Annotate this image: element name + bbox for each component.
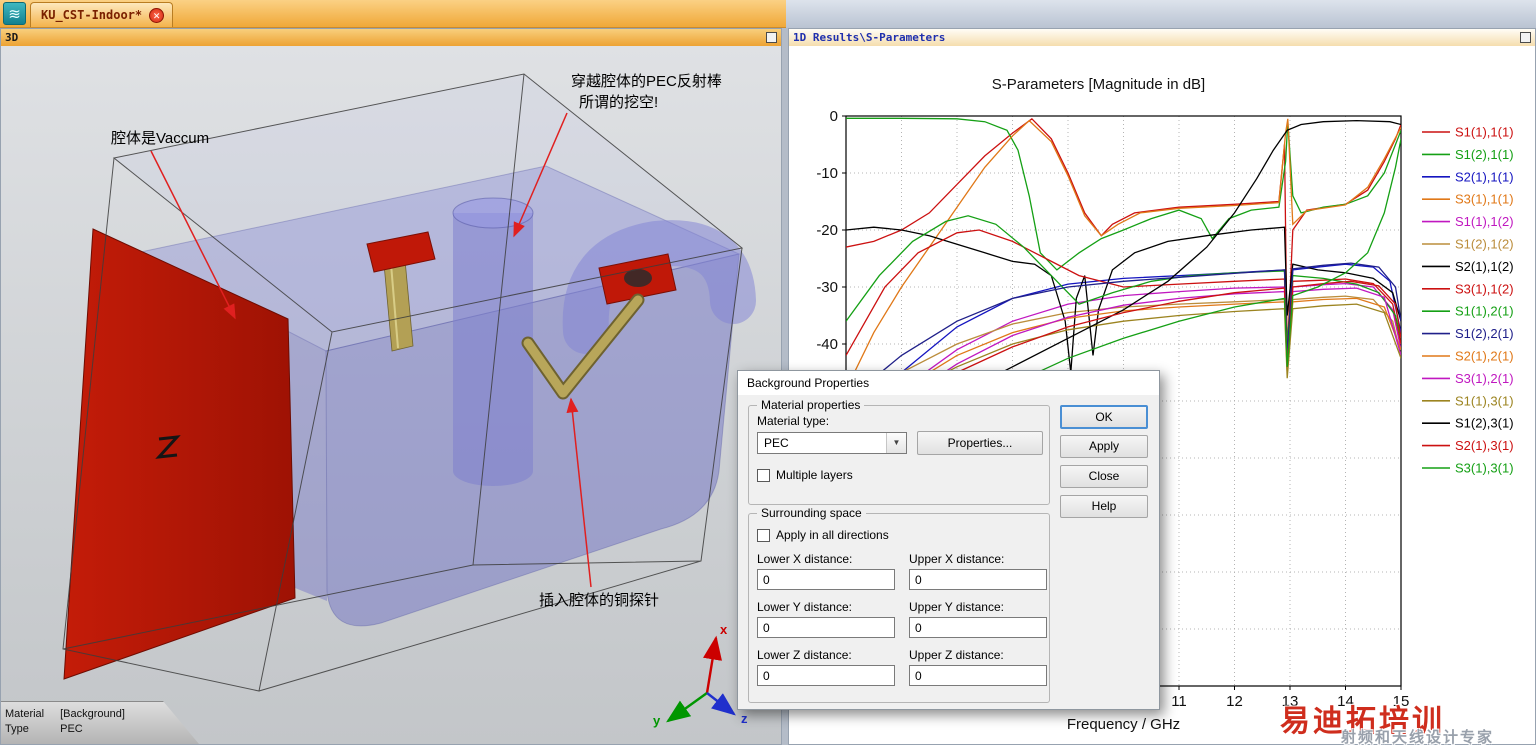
y-axis-arrow: [666, 692, 708, 723]
properties-button[interactable]: Properties...: [917, 431, 1043, 455]
legend-item-S1(2),2(1): S1(2),2(1): [1455, 326, 1514, 341]
legend-item-S1(2),3(1): S1(2),3(1): [1455, 416, 1514, 431]
close-button[interactable]: Close: [1060, 465, 1148, 488]
help-button[interactable]: Help: [1060, 495, 1148, 518]
pec-rod-cylinder[interactable]: [452, 197, 534, 486]
annotation-vacuum: 腔体是Vaccum: [111, 130, 209, 147]
status-pec-value: PEC: [60, 723, 83, 735]
1d-window-title: 1D Results\S-Parameters: [793, 31, 946, 44]
legend-item-S1(1),3(1): S1(1),3(1): [1455, 393, 1514, 408]
legend-item-S1(2),1(1): S1(2),1(1): [1455, 147, 1514, 162]
app-logo-icon: ≋: [3, 2, 26, 25]
series-S1(1),1(1): [846, 117, 1401, 356]
1d-window-restore-button[interactable]: [1520, 32, 1531, 43]
background-properties-dialog[interactable]: Background Properties Material propertie…: [737, 370, 1160, 710]
lower-z-input[interactable]: [757, 665, 895, 686]
upper-y-input[interactable]: [909, 617, 1047, 638]
multiple-layers-checkbox[interactable]: [757, 469, 770, 482]
coordinate-axes: x y z: [653, 622, 748, 728]
material-type-combobox[interactable]: PEC ▼: [757, 432, 907, 454]
annotation-probe: 插入腔体的铜探针: [539, 592, 659, 609]
3d-window: 3D 腔体是Vaccum 穿越腔体的PEC反射棒 所谓的挖空! 插入腔体的铜探针…: [0, 28, 782, 745]
1d-window-titlebar: 1D Results\S-Parameters: [789, 29, 1535, 46]
ok-button[interactable]: OK: [1060, 405, 1148, 429]
legend-item-S2(1),2(1): S2(1),2(1): [1455, 349, 1514, 364]
lower-x-input[interactable]: [757, 569, 895, 590]
lower-z-label: Lower Z distance:: [757, 648, 852, 662]
legend-item-S3(1),3(1): S3(1),3(1): [1455, 461, 1514, 476]
multiple-layers-label: Multiple layers: [776, 468, 853, 482]
surrounding-space-group-label: Surrounding space: [757, 506, 866, 520]
svg-text:11: 11: [1171, 693, 1187, 710]
upper-y-label: Upper Y distance:: [909, 600, 1004, 614]
3d-window-restore-button[interactable]: [766, 32, 777, 43]
z-axis-arrow: [706, 692, 736, 716]
upper-z-label: Upper Z distance:: [909, 648, 1004, 662]
legend-item-S3(1),1(1): S3(1),1(1): [1455, 192, 1514, 207]
tab-title: KU_CST-Indoor*: [41, 8, 143, 22]
3d-window-titlebar: 3D: [1, 29, 781, 46]
legend-item-S1(1),1(1): S1(1),1(1): [1455, 125, 1514, 140]
legend-item-S1(1),1(2): S1(1),1(2): [1455, 214, 1514, 229]
chart-legend: S1(1),1(1) S1(2),1(1) S2(1),1(1) S3(1),1(1)…: [1422, 125, 1514, 476]
apply-all-directions-checkbox[interactable]: [757, 529, 770, 542]
surrounding-space-group: Surrounding space Apply in all direction…: [748, 506, 1050, 703]
tab-close-icon[interactable]: ✕: [149, 7, 165, 23]
svg-text:12: 12: [1226, 693, 1243, 710]
upper-x-input[interactable]: [909, 569, 1047, 590]
status-background-value: [Background]: [60, 708, 125, 720]
dialog-title[interactable]: Background Properties: [738, 371, 1159, 395]
legend-item-S2(1),1(2): S2(1),1(2): [1455, 259, 1514, 274]
apply-button[interactable]: Apply: [1060, 435, 1148, 458]
material-type-label: Material type:: [757, 414, 830, 428]
3d-scene[interactable]: 腔体是Vaccum 穿越腔体的PEC反射棒 所谓的挖空! 插入腔体的铜探针 x …: [1, 46, 781, 744]
upper-x-label: Upper X distance:: [909, 552, 1005, 566]
status-type-label: Type: [5, 723, 29, 735]
y-axis-label: y: [653, 713, 661, 728]
lower-y-label: Lower Y distance:: [757, 600, 852, 614]
z-axis-label: z: [741, 711, 748, 726]
material-properties-group: Material properties Material type: PEC ▼…: [748, 398, 1050, 505]
lower-x-label: Lower X distance:: [757, 552, 853, 566]
3d-window-title: 3D: [5, 31, 19, 44]
chart-title: S-Parameters [Magnitude in dB]: [992, 76, 1205, 93]
svg-text:-40: -40: [816, 336, 838, 353]
annotation-pec-rod-1: 穿越腔体的PEC反射棒: [571, 73, 722, 90]
watermark-tagline: 射频和天线设计专家: [1341, 729, 1495, 745]
svg-text:-30: -30: [816, 279, 838, 296]
status-material-label: Material: [5, 708, 45, 720]
combobox-dropdown-icon[interactable]: ▼: [886, 433, 906, 453]
apply-all-directions-label: Apply in all directions: [776, 528, 889, 542]
legend-item-S2(1),1(1): S2(1),1(1): [1455, 169, 1514, 184]
apply-all-directions-row[interactable]: Apply in all directions: [757, 528, 889, 542]
x-axis-arrow: [703, 635, 722, 694]
svg-text:0: 0: [830, 108, 838, 125]
x-axis-title: Frequency / GHz: [1067, 716, 1180, 733]
material-type-value: PEC: [764, 436, 789, 450]
legend-item-S3(1),1(2): S3(1),1(2): [1455, 281, 1514, 296]
upper-z-input[interactable]: [909, 665, 1047, 686]
3d-viewport[interactable]: 腔体是Vaccum 穿越腔体的PEC反射棒 所谓的挖空! 插入腔体的铜探针 x …: [1, 46, 781, 744]
legend-item-S1(2),1(2): S1(2),1(2): [1455, 237, 1514, 252]
svg-text:-20: -20: [816, 222, 838, 239]
svg-text:-10: -10: [816, 165, 838, 182]
legend-item-S3(1),2(1): S3(1),2(1): [1455, 371, 1514, 386]
multiple-layers-row[interactable]: Multiple layers: [757, 468, 853, 482]
tab-ku-cst-indoor[interactable]: KU_CST-Indoor* ✕: [30, 2, 174, 27]
x-axis-label: x: [720, 622, 728, 637]
tab-bar-right-area: [786, 0, 1536, 28]
lower-y-input[interactable]: [757, 617, 895, 638]
legend-item-S1(1),2(1): S1(1),2(1): [1455, 304, 1514, 319]
material-properties-group-label: Material properties: [757, 398, 865, 412]
legend-item-S2(1),3(1): S2(1),3(1): [1455, 438, 1514, 453]
annotation-pec-rod-2: 所谓的挖空!: [579, 94, 658, 111]
